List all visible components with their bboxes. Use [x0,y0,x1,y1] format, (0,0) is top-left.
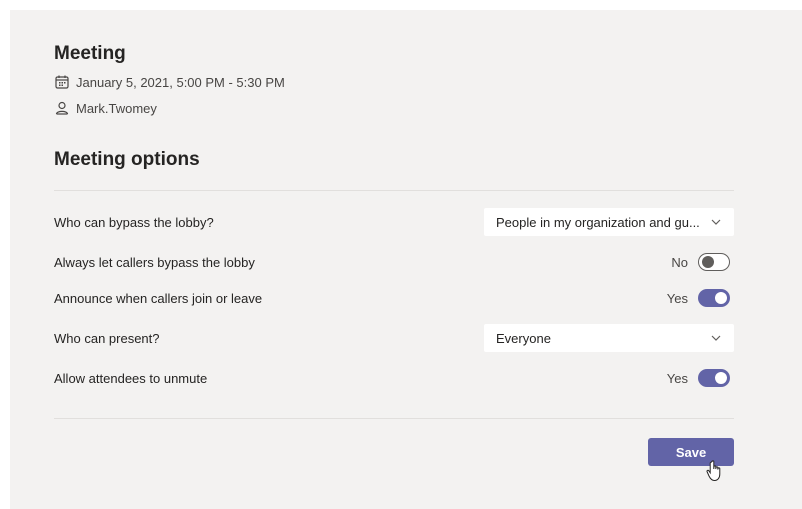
callers-bypass-toggle[interactable] [698,253,730,271]
unmute-label: Allow attendees to unmute [54,371,208,386]
chevron-down-icon [710,332,722,344]
callers-bypass-label: Always let callers bypass the lobby [54,255,255,270]
presenters-label: Who can present? [54,331,160,346]
announce-state: Yes [666,290,688,306]
toggle-knob [715,292,727,304]
bypass-lobby-label: Who can bypass the lobby? [54,215,214,230]
hand-cursor-icon [706,460,721,482]
presenters-value: Everyone [496,330,551,346]
announce-toggle[interactable] [698,289,730,307]
unmute-state: Yes [666,370,688,386]
chevron-down-icon [710,216,722,228]
calendar-icon [54,74,70,90]
bypass-lobby-dropdown[interactable]: People in my organization and gu... [484,208,734,236]
meeting-organizer: Mark.Twomey [76,100,157,116]
callers-bypass-control: No [671,253,730,271]
unmute-toggle[interactable] [698,369,730,387]
meeting-date-row: January 5, 2021, 5:00 PM - 5:30 PM [54,74,285,90]
meeting-organizer-row: Mark.Twomey [54,100,157,116]
unmute-control: Yes [667,369,730,387]
meeting-options-panel: Meeting January 5, 2021, 5:00 PM - 5:30 … [10,10,802,509]
divider [54,418,734,419]
callers-bypass-state: No [671,254,688,270]
options-title: Meeting options [54,149,200,170]
person-icon [54,100,70,116]
toggle-knob [702,256,714,268]
presenters-dropdown[interactable]: Everyone [484,324,734,352]
toggle-knob [715,372,727,384]
meeting-date-time: January 5, 2021, 5:00 PM - 5:30 PM [76,74,285,90]
meeting-title: Meeting [54,43,126,64]
divider [54,190,734,191]
bypass-lobby-value: People in my organization and gu... [496,214,700,230]
announce-label: Announce when callers join or leave [54,291,263,306]
announce-control: Yes [667,289,730,307]
